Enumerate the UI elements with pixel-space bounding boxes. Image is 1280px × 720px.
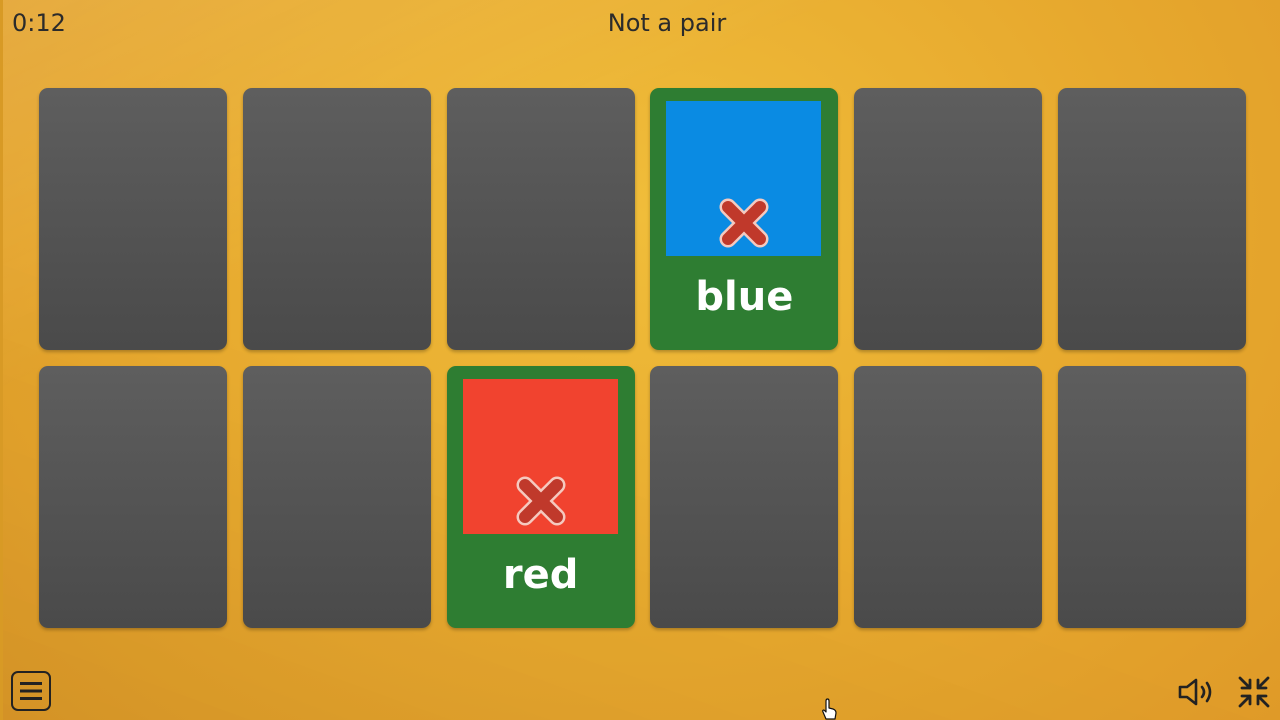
menu-button[interactable] [11,671,51,711]
hand-cursor-icon [822,698,837,720]
memory-card[interactable] [854,366,1043,628]
x-mark-icon [516,476,566,526]
card-grid: blue red [39,88,1246,628]
memory-card[interactable] [1058,88,1246,350]
memory-card[interactable] [446,88,635,350]
memory-card[interactable] [39,88,227,350]
match-status-message: Not a pair [607,9,727,37]
memory-card[interactable] [854,88,1043,350]
card-word: red [502,552,579,598]
memory-card[interactable] [1058,366,1246,628]
memory-card-revealed[interactable]: blue [650,88,839,350]
frame-edge [0,0,3,720]
memory-card[interactable] [39,366,227,628]
memory-card[interactable] [242,366,431,628]
memory-card[interactable] [650,366,839,628]
menu-icon [20,682,42,700]
sound-button[interactable] [1176,674,1216,710]
x-mark-icon [719,198,769,248]
memory-card[interactable] [242,88,431,350]
card-word: blue [695,274,794,320]
speaker-icon [1178,678,1212,706]
exit-fullscreen-icon [1238,676,1270,708]
exit-fullscreen-button[interactable] [1234,672,1274,712]
memory-card-revealed[interactable]: red [446,366,635,628]
